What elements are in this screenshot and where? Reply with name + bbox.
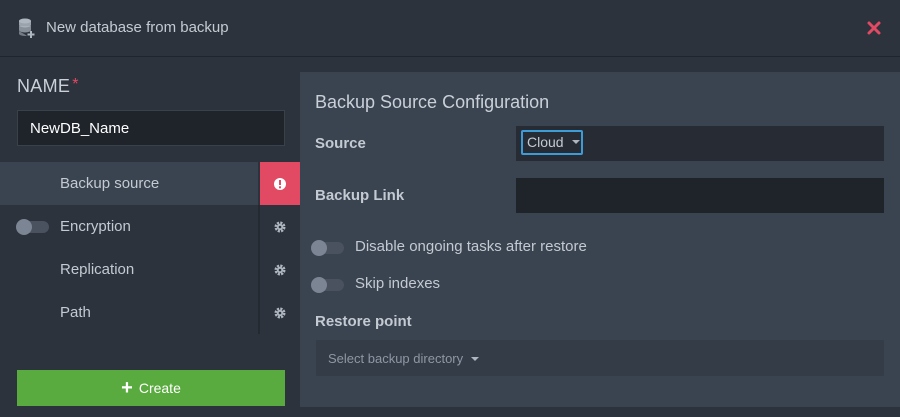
step-encryption-row[interactable]: Encryption [0, 205, 258, 248]
source-dropdown[interactable]: Cloud [521, 130, 583, 155]
plus-icon: + [121, 377, 133, 399]
create-button-label: Create [138, 380, 181, 396]
backup-link-input[interactable] [516, 178, 884, 213]
disable-tasks-toggle[interactable] [311, 240, 344, 256]
backup-link-label: Backup Link [315, 187, 405, 204]
step-label: Backup source [60, 175, 160, 192]
required-marker: * [72, 76, 79, 93]
backup-source-panel: Backup Source Configuration Source Cloud… [300, 72, 900, 407]
dialog-title: New database from backup [46, 19, 229, 36]
source-label: Source [315, 135, 366, 152]
step-status [260, 205, 300, 248]
source-field: Cloud [516, 126, 884, 161]
step-label: Replication [60, 261, 135, 278]
dialog-header: New database from backup [0, 0, 900, 57]
step-path-row[interactable]: Path [0, 291, 258, 334]
step-backup-source-row[interactable]: Backup source [0, 162, 258, 205]
gear-icon[interactable] [273, 306, 287, 320]
step-backup-source: Backup source [0, 162, 300, 205]
source-selected-value: Cloud [527, 134, 564, 150]
encryption-toggle[interactable] [16, 219, 49, 235]
create-button[interactable]: + Create [17, 370, 285, 406]
wizard-steps: Backup source Encryption Replication Pat… [0, 162, 300, 334]
caret-down-icon [471, 356, 480, 361]
toggle-knob [16, 219, 32, 235]
gear-icon[interactable] [273, 220, 287, 234]
disable-tasks-label: Disable ongoing tasks after restore [355, 238, 587, 255]
step-replication-row[interactable]: Replication [0, 248, 258, 291]
name-field-label: NAME * [17, 76, 79, 97]
toggle-knob [311, 277, 327, 293]
toggle-knob [311, 240, 327, 256]
step-status [260, 248, 300, 291]
database-plus-icon [19, 18, 35, 38]
left-column: NAME* Backup source Encry [0, 58, 300, 417]
skip-indexes-label: Skip indexes [355, 275, 441, 292]
name-label-text: NAME [17, 76, 71, 96]
close-icon[interactable] [864, 18, 884, 38]
restore-placeholder: Select backup directory [328, 351, 464, 366]
gear-icon[interactable] [273, 263, 287, 277]
step-status [260, 291, 300, 334]
step-replication: Replication [0, 248, 300, 291]
panel-title: Backup Source Configuration [315, 92, 550, 112]
step-path: Path [0, 291, 300, 334]
database-name-input[interactable] [17, 110, 285, 146]
step-label: Path [60, 304, 91, 321]
step-encryption: Encryption [0, 205, 300, 248]
new-database-dialog: New database from backup NAME* Backup so… [0, 0, 900, 417]
exclamation-icon [274, 177, 286, 190]
restore-point-label: Restore point [315, 313, 412, 330]
step-label: Encryption [60, 218, 131, 235]
skip-indexes-toggle[interactable] [311, 277, 344, 293]
step-status [260, 162, 300, 205]
restore-point-dropdown[interactable]: Select backup directory [316, 340, 884, 376]
caret-down-icon [571, 140, 580, 145]
